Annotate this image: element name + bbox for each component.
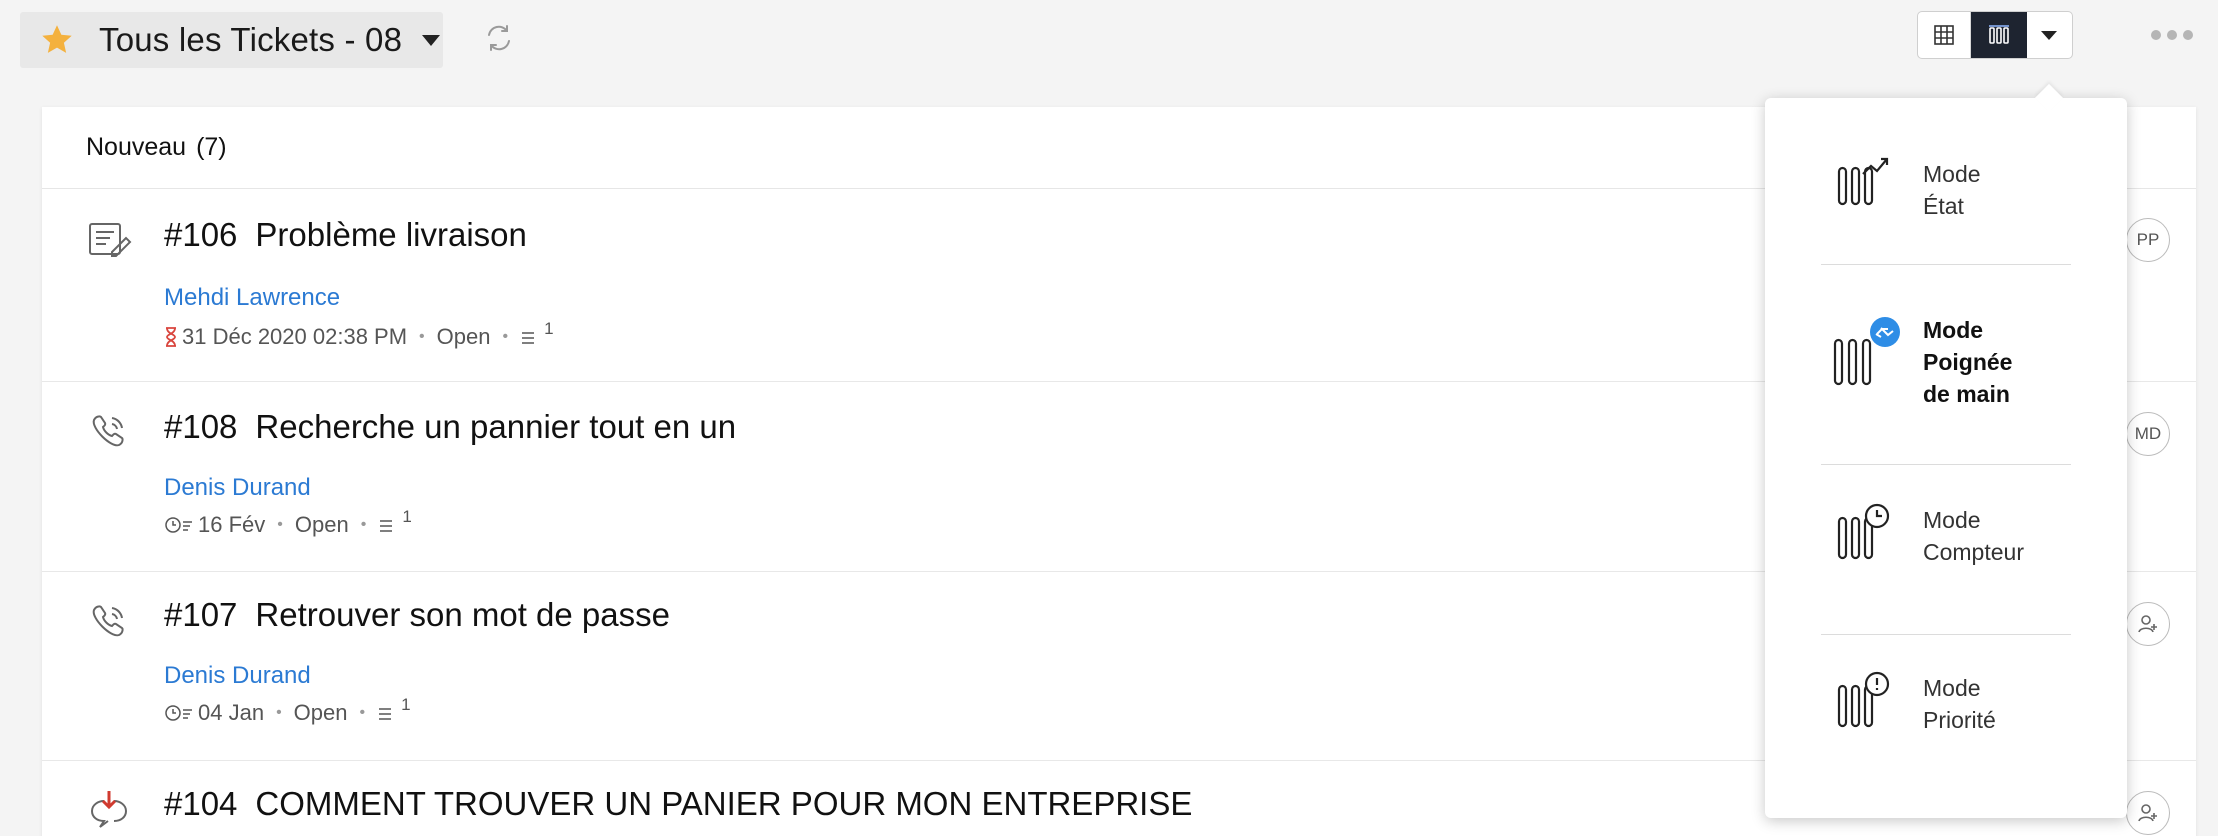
mode-priority-icon	[1837, 671, 1890, 728]
mode-option-timer[interactable]: Mode Compteur	[1765, 486, 2127, 626]
section-label: Nouveau	[86, 133, 187, 161]
more-options-icon[interactable]	[2151, 30, 2193, 40]
ticket-number: #106	[164, 216, 238, 253]
ticket-subject: Problème livraison	[255, 216, 527, 253]
section-count: (7)	[196, 133, 227, 161]
threads-icon	[379, 708, 392, 720]
caret-down-icon	[2041, 30, 2058, 40]
mode-option-handshake[interactable]: Mode Poignée de main	[1765, 288, 2127, 448]
threads-icon	[522, 332, 535, 344]
star-icon[interactable]	[39, 22, 75, 58]
ticket-title[interactable]: #104 COMMENT TROUVER UN PANIER POUR MON E…	[164, 785, 1192, 823]
table-view-icon	[1934, 25, 1954, 45]
view-mode-dropdown-button[interactable]	[2027, 12, 2072, 58]
ticket-number: #107	[164, 596, 238, 633]
clock-icon	[165, 705, 192, 721]
status-text: Open	[436, 324, 491, 349]
separator-dot: •	[277, 516, 283, 533]
contact-link[interactable]: Denis Durand	[164, 662, 311, 690]
mode-label: Mode État	[1923, 161, 1981, 219]
kanban-view-button[interactable]	[1971, 12, 2027, 58]
separator-dot: •	[502, 328, 509, 345]
contact-link[interactable]: Denis Durand	[164, 474, 311, 502]
due-date: 16 Fév	[198, 512, 266, 537]
refresh-icon[interactable]	[483, 22, 515, 54]
divider	[1821, 264, 2071, 265]
view-title: Tous les Tickets - 08	[99, 21, 403, 58]
ticket-number: #108	[164, 408, 238, 445]
table-view-button[interactable]	[1918, 12, 1972, 58]
avatar[interactable]: MD	[2126, 412, 2170, 456]
escalated-chat-icon	[91, 791, 127, 828]
assign-agent-icon[interactable]	[2126, 791, 2170, 835]
thread-count: 1	[544, 319, 554, 338]
ticket-meta: 04 Jan • Open • 1	[164, 695, 411, 726]
mode-label: Mode Compteur	[1923, 507, 2024, 565]
ticket-title[interactable]: #108 Recherche un pannier tout en un	[164, 408, 736, 446]
due-date: 04 Jan	[198, 700, 265, 725]
mode-label: Mode Priorité	[1923, 675, 1996, 733]
separator-dot: •	[359, 704, 366, 721]
separator-dot: •	[360, 516, 367, 533]
ticket-meta: 31 Déc 2020 02:38 PM • Open • 1	[164, 319, 554, 350]
due-date: 31 Déc 2020 02:38 PM	[182, 324, 408, 349]
thread-count: 1	[401, 695, 411, 714]
mode-option-status[interactable]: Mode État	[1765, 134, 2127, 244]
view-mode-dropdown: Mode État Mode Poignée de main Mode Comp…	[1765, 83, 2127, 818]
hourglass-icon	[166, 327, 176, 347]
thread-count: 1	[402, 507, 412, 526]
web-form-icon	[89, 223, 132, 257]
view-switcher	[1917, 11, 2073, 59]
separator-dot: •	[276, 704, 282, 721]
divider	[1821, 634, 2071, 635]
mode-status-icon	[1837, 157, 1889, 206]
kanban-view-icon	[1988, 25, 2009, 44]
status-text: Open	[293, 700, 348, 725]
contact-link[interactable]: Mehdi Lawrence	[164, 284, 340, 312]
mode-option-priority[interactable]: Mode Priorité	[1765, 654, 2127, 794]
ticket-title[interactable]: #106 Problème livraison	[164, 216, 527, 254]
ticket-subject: Retrouver son mot de passe	[255, 596, 670, 633]
ticket-number: #104	[164, 785, 238, 822]
threads-icon	[380, 520, 393, 532]
divider	[1821, 464, 2071, 465]
view-selector[interactable]: Tous les Tickets - 08	[20, 12, 443, 68]
ticket-title[interactable]: #107 Retrouver son mot de passe	[164, 596, 670, 634]
avatar[interactable]: PP	[2126, 218, 2170, 262]
phone-icon	[92, 605, 124, 637]
mode-timer-icon	[1837, 503, 1890, 560]
phone-icon	[92, 415, 124, 447]
status-text: Open	[294, 512, 349, 537]
ticket-meta: 16 Fév • Open • 1	[164, 507, 412, 538]
ticket-subject: COMMENT TROUVER UN PANIER POUR MON ENTRE…	[255, 785, 1193, 822]
chevron-down-icon[interactable]	[422, 34, 441, 46]
separator-dot: •	[419, 328, 425, 345]
clock-icon	[165, 517, 192, 533]
popup-arrow	[2034, 83, 2064, 113]
mode-handshake-icon	[1833, 317, 1900, 386]
ticket-subject: Recherche un pannier tout en un	[255, 408, 737, 445]
mode-label: Mode Poignée de main	[1923, 317, 2013, 407]
assign-agent-icon[interactable]	[2126, 602, 2170, 646]
